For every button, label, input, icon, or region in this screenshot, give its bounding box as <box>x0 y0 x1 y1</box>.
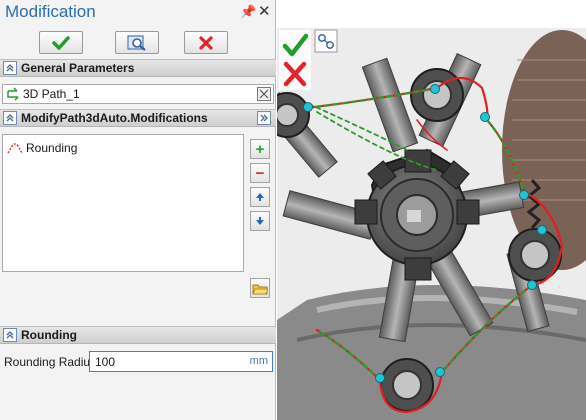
panel-titlebar: Modification 📌 ✕ <box>0 0 276 24</box>
filter-options-icon[interactable] <box>314 29 338 53</box>
pin-icon[interactable]: 📌 <box>240 4 256 20</box>
arrow-down-icon <box>256 217 264 225</box>
rounding-radius-input[interactable]: 100 mm <box>89 351 273 372</box>
rounding-radius-label: Rounding Radius: <box>4 355 100 369</box>
add-modification-button[interactable]: + <box>250 139 270 159</box>
preview-button[interactable] <box>115 31 159 54</box>
expand-right-icon[interactable] <box>257 111 271 125</box>
path-3d-icon <box>7 87 19 101</box>
arrow-up-icon <box>256 193 264 201</box>
unit-label: mm <box>249 355 268 367</box>
plus-icon: + <box>255 140 265 158</box>
minus-icon: − <box>255 164 265 182</box>
engine-model <box>277 0 586 420</box>
list-item-label: Rounding <box>26 141 78 155</box>
modifications-title: ModifyPath3dAuto.Modifications <box>21 111 208 125</box>
cancel-icon <box>199 35 213 50</box>
rounding-title: Rounding <box>21 328 77 342</box>
panel-title: Modification <box>5 2 96 21</box>
general-parameters-header[interactable]: General Parameters <box>0 59 276 77</box>
move-down-button[interactable] <box>250 211 270 231</box>
general-parameters-title: General Parameters <box>21 61 135 75</box>
rounding-header[interactable]: Rounding <box>0 326 276 344</box>
ok-button[interactable] <box>39 31 83 54</box>
remove-modification-button[interactable]: − <box>250 163 270 183</box>
rounding-radius-row: Rounding Radius: 100 mm <box>0 351 276 373</box>
check-icon <box>52 35 70 50</box>
modifications-list[interactable]: Rounding <box>2 134 244 272</box>
collapse-icon[interactable] <box>3 328 17 342</box>
path-selection-field[interactable]: 3D Path_1 <box>2 84 274 104</box>
modification-panel: Modification 📌 ✕ General Parameters 3D P… <box>0 0 276 420</box>
collapse-icon[interactable] <box>3 61 17 75</box>
rounding-radius-value: 100 <box>95 355 116 369</box>
open-folder-button[interactable] <box>250 278 270 298</box>
clear-selection-icon[interactable] <box>257 87 271 101</box>
list-item[interactable]: Rounding <box>7 141 77 155</box>
rounding-icon <box>7 143 23 154</box>
preview-icon <box>127 34 146 51</box>
3d-viewport[interactable] <box>277 0 586 420</box>
collapse-icon[interactable] <box>3 111 17 125</box>
viewport-ok-icon[interactable] <box>279 30 311 60</box>
path-value: 3D Path_1 <box>23 87 80 101</box>
modifications-header[interactable]: ModifyPath3dAuto.Modifications <box>0 109 276 127</box>
cancel-button[interactable] <box>184 31 228 54</box>
folder-icon <box>252 284 268 294</box>
move-up-button[interactable] <box>250 187 270 207</box>
close-icon[interactable]: ✕ <box>258 2 271 20</box>
viewport-cancel-icon[interactable] <box>279 60 311 90</box>
